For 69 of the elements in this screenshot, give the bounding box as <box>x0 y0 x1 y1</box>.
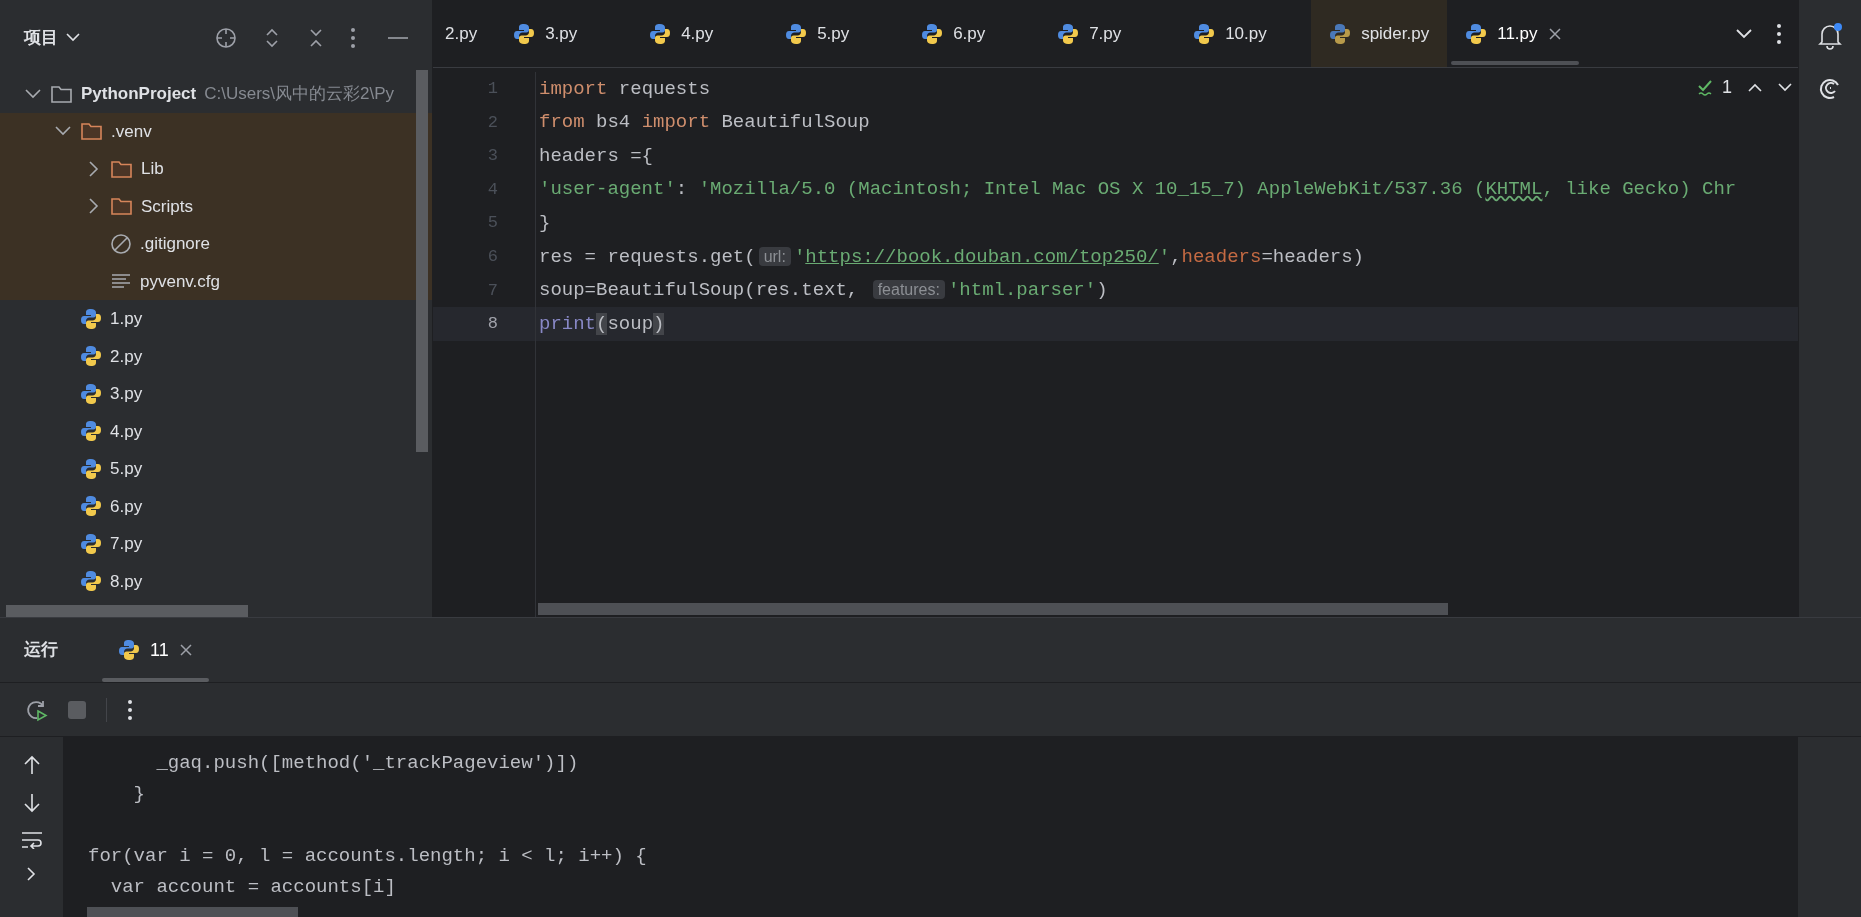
editor-tab[interactable]: 7.py <box>1039 0 1176 67</box>
tree-item[interactable]: PythonProject C:\Users\风中的云彩2\Py <box>0 75 432 113</box>
tree-item[interactable]: pyvenv.cfg <box>0 262 432 300</box>
soft-wrap-icon[interactable] <box>20 831 43 849</box>
tree-item[interactable]: Lib <box>0 150 432 188</box>
editor-tab[interactable]: 4.py <box>631 0 768 67</box>
python-file-icon <box>513 22 536 45</box>
python-file-icon <box>1465 22 1488 45</box>
tree-item[interactable]: 8.py <box>0 562 432 600</box>
python-file-icon <box>785 22 808 45</box>
close-icon[interactable] <box>1547 26 1562 41</box>
run-tab[interactable]: 11 <box>98 618 213 682</box>
editor-tab[interactable]: 11.py <box>1447 0 1584 67</box>
editor-tab[interactable]: 10.py <box>1175 0 1312 67</box>
editor-tab[interactable]: 5.py <box>767 0 904 67</box>
check-icon <box>1698 78 1714 97</box>
more-options-icon[interactable] <box>1776 22 1782 45</box>
tree-item[interactable]: 1.py <box>0 300 432 338</box>
python-file-icon <box>1057 22 1080 45</box>
tree-item[interactable]: 2.py <box>0 337 432 375</box>
tree-item[interactable]: .venv <box>0 112 432 150</box>
horizontal-scrollbar[interactable] <box>87 907 298 917</box>
chevron-up-icon[interactable] <box>1748 83 1762 92</box>
console-line: for(var i = 0, l = accounts.length; i < l; i++) { <box>88 844 647 869</box>
editor-tab[interactable]: 6.py <box>903 0 1040 67</box>
chevron-down-icon <box>66 33 80 42</box>
project-view-dropdown[interactable]: 项目 <box>24 24 80 51</box>
code-line: 'user-agent': 'Mozilla/5.0 (Macintosh; Intel Mac OS X 10_15_7) AppleWebKit/537.36 (KHTML, like Gecko) Chr <box>538 177 1737 203</box>
code-line: headers ={ <box>538 143 654 169</box>
console-line: } <box>132 782 145 807</box>
python-file-icon <box>1329 22 1352 45</box>
tree-item[interactable]: 5.py <box>0 450 432 488</box>
vertical-scrollbar[interactable] <box>416 70 428 452</box>
inspections-status[interactable]: 1 <box>1698 74 1732 101</box>
horizontal-scrollbar[interactable] <box>538 603 1448 615</box>
line-number: 8 <box>486 313 498 336</box>
code-line: } <box>538 210 551 236</box>
tree-item[interactable]: .gitignore <box>0 225 432 263</box>
editor-tab[interactable]: 2.py <box>433 0 496 67</box>
tree-item[interactable]: 6.py <box>0 487 432 525</box>
tree-item[interactable]: 4.py <box>0 412 432 450</box>
editor-tab[interactable]: spider.py <box>1311 0 1448 67</box>
arrow-up-icon[interactable] <box>23 755 40 775</box>
code-line: from bs4 import BeautifulSoup <box>538 110 870 136</box>
python-file-icon <box>118 639 140 661</box>
chevron-right-icon[interactable] <box>27 867 36 881</box>
console-line: _gaq.push([method('_trackPageview')]) <box>155 751 579 776</box>
horizontal-scrollbar[interactable] <box>6 605 248 617</box>
code-line: import requests <box>538 76 711 102</box>
close-icon[interactable] <box>178 643 193 657</box>
editor-tab[interactable]: 3.py <box>495 0 632 67</box>
python-file-icon <box>1193 22 1216 45</box>
more-options-icon[interactable] <box>127 698 133 721</box>
console-line: var account = accounts[i] <box>109 875 396 900</box>
chevron-down-icon[interactable] <box>1736 28 1752 39</box>
arrow-down-icon[interactable] <box>23 793 40 813</box>
code-line: soup=BeautifulSoup(res.text, features: 'html.parser') <box>538 278 1108 304</box>
code-line: print(soup) <box>538 311 665 337</box>
tree-item[interactable]: 3.py <box>0 375 432 413</box>
more-options-icon[interactable] <box>350 26 356 49</box>
code-line: res = requests.get( url: 'https://book.douban.com/top250/',headers=headers) <box>538 244 1364 270</box>
chevron-down-icon[interactable] <box>1778 83 1792 92</box>
python-file-icon <box>649 22 672 45</box>
minimize-icon[interactable] <box>388 35 408 40</box>
tree-item[interactable]: Scripts <box>0 187 432 225</box>
tree-item[interactable]: 7.py <box>0 525 432 563</box>
run-panel-title: 运行 <box>24 639 58 662</box>
locate-icon[interactable] <box>214 25 238 50</box>
python-file-icon <box>921 22 944 45</box>
